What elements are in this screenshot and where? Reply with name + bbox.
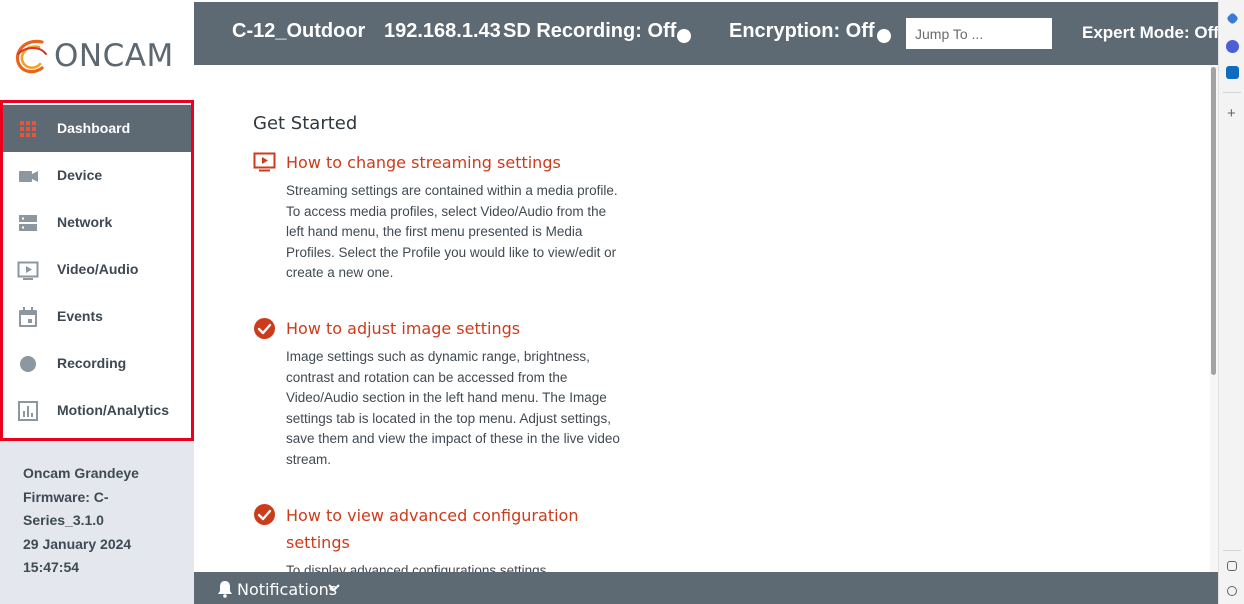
app-window: ONCAM Dashboard Device Network Video/Aud… bbox=[0, 0, 1244, 604]
gear-icon[interactable] bbox=[1227, 586, 1237, 596]
sidebar-toggle-icon[interactable] bbox=[1227, 561, 1237, 571]
bell-icon bbox=[218, 581, 232, 598]
main-content: Get Started How to change streaming sett… bbox=[194, 65, 1210, 572]
device-time: 15:47:54 bbox=[23, 559, 80, 575]
guide-description-image: Image settings such as dynamic range, br… bbox=[286, 349, 620, 467]
sidebar-item-video-audio[interactable]: Video/Audio bbox=[3, 246, 191, 293]
server-icon bbox=[19, 215, 37, 231]
sidebar-item-device[interactable]: Device bbox=[3, 152, 191, 199]
sidebar-item-network[interactable]: Network bbox=[3, 199, 191, 246]
copilot-icon[interactable] bbox=[1226, 40, 1239, 53]
top-header: C-12_Outdoor 192.168.1.43 SD Recording: … bbox=[194, 2, 1219, 65]
play-screen-icon bbox=[17, 261, 39, 280]
guide-title-advanced[interactable]: How to view advanced configuration setti… bbox=[286, 502, 586, 556]
device-info: Oncam Grandeye Firmware: C-Series_3.1.0 … bbox=[23, 462, 183, 580]
grid-icon bbox=[20, 121, 36, 137]
scrollbar-thumb[interactable] bbox=[1211, 67, 1216, 375]
encryption-indicator-icon bbox=[877, 29, 891, 43]
sd-recording-indicator-icon bbox=[677, 29, 691, 43]
guide-description-advanced: To display advanced configurations setti… bbox=[286, 563, 547, 572]
jump-to-input[interactable] bbox=[906, 18, 1052, 49]
outlook-icon[interactable] bbox=[1226, 66, 1239, 79]
sidebar-item-label: Network bbox=[57, 214, 113, 230]
page-title: Get Started bbox=[253, 113, 358, 134]
sidebar-item-recording[interactable]: Recording bbox=[3, 340, 191, 387]
encryption-status: Encryption: Off bbox=[729, 20, 875, 42]
notifications-bar[interactable]: Notifications bbox=[194, 572, 1218, 604]
sidebar-nav: Dashboard Device Network Video/Audio Eve… bbox=[0, 100, 194, 441]
record-dot-icon bbox=[20, 356, 36, 372]
calendar-icon bbox=[19, 307, 37, 327]
extension-icon[interactable] bbox=[1226, 12, 1239, 25]
sidebar-item-dashboard[interactable]: Dashboard bbox=[3, 105, 191, 152]
sidebar-item-motion-analytics[interactable]: Motion/Analytics bbox=[3, 387, 191, 434]
oncam-swirl-icon bbox=[15, 39, 47, 74]
guide-title-image[interactable]: How to adjust image settings bbox=[286, 315, 586, 342]
chevron-down-icon bbox=[328, 584, 340, 592]
firmware-version: Firmware: C-Series_3.1.0 bbox=[23, 488, 109, 529]
notifications-label: Notifications bbox=[237, 580, 338, 599]
sidebar-item-label: Dashboard bbox=[57, 120, 131, 136]
sd-recording-status: SD Recording: Off bbox=[503, 20, 677, 42]
device-date: 29 January 2024 bbox=[23, 535, 132, 552]
check-circle-icon bbox=[254, 318, 275, 339]
sidebar-item-label: Events bbox=[57, 308, 103, 324]
divider bbox=[1223, 92, 1241, 93]
expert-mode-toggle[interactable]: Expert Mode: Off bbox=[1082, 23, 1219, 43]
sidebar: ONCAM Dashboard Device Network Video/Aud… bbox=[0, 0, 194, 604]
logo[interactable]: ONCAM bbox=[0, 0, 194, 100]
logo-text: ONCAM bbox=[54, 38, 174, 74]
guide-description-streaming: Streaming settings are contained within … bbox=[286, 183, 618, 281]
vertical-scrollbar[interactable] bbox=[1210, 65, 1218, 572]
camera-name: C-12_Outdoor bbox=[232, 20, 366, 42]
sidebar-item-events[interactable]: Events bbox=[3, 293, 191, 340]
sidebar-item-label: Motion/Analytics bbox=[57, 402, 170, 418]
check-circle-icon bbox=[254, 504, 275, 525]
divider bbox=[1223, 550, 1241, 551]
camera-icon bbox=[19, 171, 38, 182]
browser-side-strip: + bbox=[1218, 0, 1244, 604]
add-icon[interactable]: + bbox=[1227, 105, 1236, 122]
bar-chart-icon bbox=[18, 401, 38, 421]
sidebar-item-label: Video/Audio bbox=[57, 261, 139, 277]
ip-address: 192.168.1.43 bbox=[384, 20, 501, 42]
sidebar-item-label: Device bbox=[57, 167, 103, 183]
sidebar-item-label: Recording bbox=[57, 355, 127, 371]
device-model: Oncam Grandeye bbox=[23, 465, 139, 481]
guide-title-streaming[interactable]: How to change streaming settings bbox=[286, 149, 586, 176]
play-screen-icon bbox=[253, 152, 276, 172]
